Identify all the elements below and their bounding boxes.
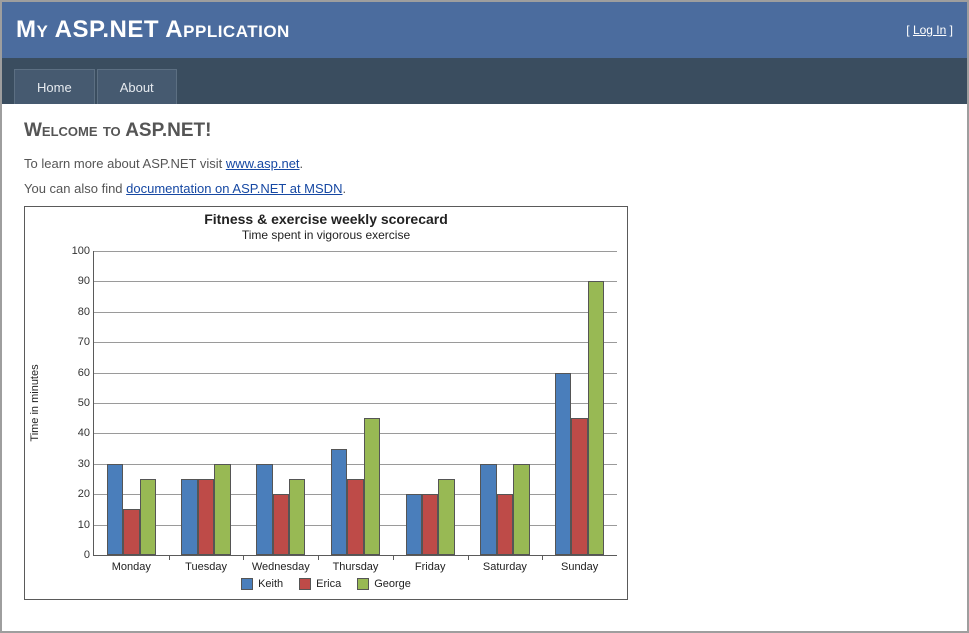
chart-gridline	[94, 403, 617, 404]
chart-bar	[256, 464, 272, 555]
welcome-heading: Welcome to ASP.NET!	[24, 120, 945, 142]
chart-ytick-label: 50	[64, 397, 90, 409]
chart-gridline	[94, 342, 617, 343]
chart-bar	[107, 464, 123, 555]
chart-xtick-label: Wednesday	[252, 561, 310, 573]
tab-home[interactable]: Home	[14, 69, 95, 104]
chart-legend-label: George	[374, 578, 411, 590]
nav-bar: Home About	[2, 58, 967, 104]
msdn-link[interactable]: documentation on ASP.NET at MSDN	[126, 181, 342, 196]
chart-gridline	[94, 373, 617, 374]
chart-xtick-label: Thursday	[333, 561, 379, 573]
p2-suffix: .	[342, 181, 346, 196]
chart-ytick-label: 70	[64, 336, 90, 348]
chart-bar	[181, 479, 197, 555]
chart-legend-item: Keith	[241, 578, 283, 590]
chart-bar	[571, 418, 587, 555]
chart-bar	[513, 464, 529, 555]
chart-ytick-label: 80	[64, 306, 90, 318]
chart-bar	[289, 479, 305, 555]
chart-ytick-label: 20	[64, 488, 90, 500]
chart-plot-area: 0102030405060708090100MondayTuesdayWedne…	[93, 251, 617, 556]
p1-suffix: .	[300, 156, 304, 171]
chart-gridline	[94, 251, 617, 252]
chart-ytick-label: 90	[64, 275, 90, 287]
login-link[interactable]: Log In	[913, 23, 946, 37]
chart-subtitle: Time spent in vigorous exercise	[25, 228, 627, 242]
chart-gridline	[94, 312, 617, 313]
chart-bar	[214, 464, 230, 555]
chart-ytick-label: 10	[64, 519, 90, 531]
chart-bar	[422, 494, 438, 555]
chart-bar	[331, 449, 347, 555]
chart-bar	[438, 479, 454, 555]
chart-bar	[555, 373, 571, 555]
chart-container: Fitness & exercise weekly scorecard Time…	[24, 206, 628, 600]
chart-bar	[364, 418, 380, 555]
chart-ytick-label: 0	[64, 549, 90, 561]
header-bar: My ASP.NET Application [ Log In ]	[2, 2, 967, 58]
chart-gridline	[94, 281, 617, 282]
chart-gridline	[94, 464, 617, 465]
chart-xtick-label: Saturday	[483, 561, 527, 573]
chart-xtick	[243, 555, 244, 560]
chart-xtick	[393, 555, 394, 560]
chart-xtick-label: Sunday	[561, 561, 598, 573]
bracket-right: ]	[946, 23, 953, 37]
chart-legend-item: George	[357, 578, 411, 590]
chart-legend-label: Erica	[316, 578, 341, 590]
chart-legend-label: Keith	[258, 578, 283, 590]
p2-prefix: You can also find	[24, 181, 126, 196]
intro-paragraph-1: To learn more about ASP.NET visit www.as…	[24, 156, 945, 171]
chart-bar	[347, 479, 363, 555]
chart-bar	[480, 464, 496, 555]
app-title: My ASP.NET Application	[16, 16, 290, 44]
chart-legend-swatch	[357, 578, 369, 590]
chart-ylabel: Time in minutes	[29, 364, 41, 441]
chart-legend-swatch	[299, 578, 311, 590]
chart-title: Fitness & exercise weekly scorecard	[25, 207, 627, 227]
chart-bar	[273, 494, 289, 555]
chart-xtick-label: Monday	[112, 561, 151, 573]
chart-ytick-label: 30	[64, 458, 90, 470]
chart-bar	[140, 479, 156, 555]
login-area: [ Log In ]	[906, 23, 953, 37]
chart-xtick-label: Friday	[415, 561, 446, 573]
chart-legend-swatch	[241, 578, 253, 590]
intro-paragraph-2: You can also find documentation on ASP.N…	[24, 181, 945, 196]
main-content: Welcome to ASP.NET! To learn more about …	[2, 104, 967, 631]
chart-ytick-label: 100	[64, 245, 90, 257]
chart-xtick	[468, 555, 469, 560]
tab-about[interactable]: About	[97, 69, 177, 104]
chart-bar	[198, 479, 214, 555]
chart-gridline	[94, 433, 617, 434]
chart-ytick-label: 60	[64, 367, 90, 379]
chart-bar	[406, 494, 422, 555]
chart-legend: Keith Erica George	[25, 578, 627, 593]
chart-ytick-label: 40	[64, 427, 90, 439]
chart-xtick	[542, 555, 543, 560]
chart-bar	[123, 509, 139, 555]
chart-bar	[497, 494, 513, 555]
chart-xtick	[318, 555, 319, 560]
chart-legend-item: Erica	[299, 578, 341, 590]
app-frame: My ASP.NET Application [ Log In ] Home A…	[0, 0, 969, 633]
p1-prefix: To learn more about ASP.NET visit	[24, 156, 226, 171]
aspnet-link[interactable]: www.asp.net	[226, 156, 300, 171]
bracket-left: [	[906, 23, 913, 37]
chart-xtick	[169, 555, 170, 560]
chart-bar	[588, 281, 604, 555]
chart-xtick-label: Tuesday	[185, 561, 227, 573]
